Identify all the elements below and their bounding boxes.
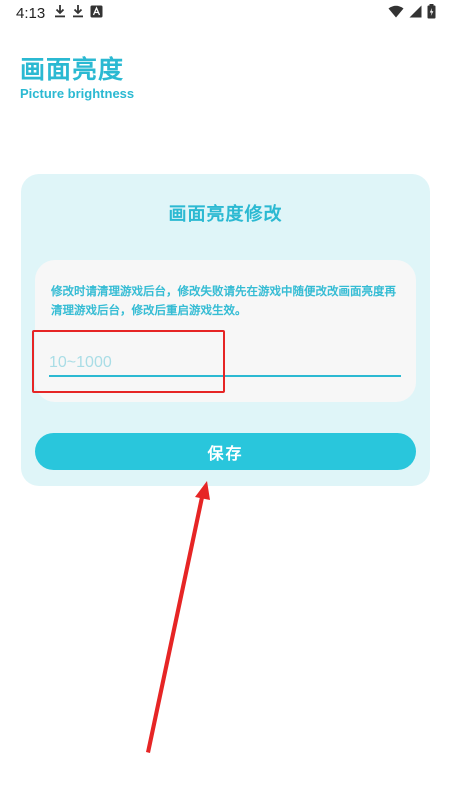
- card-title: 画面亮度修改: [168, 204, 283, 225]
- app-notification-icon: [90, 5, 103, 17]
- wifi-icon: [388, 5, 404, 18]
- signal-icon: [409, 5, 422, 18]
- status-time: 4:13: [16, 5, 46, 22]
- download-icon: [55, 5, 65, 18]
- page-title: 画面亮度: [20, 55, 125, 84]
- notice-text: 修改时请清理游戏后台，修改失败请先在游戏中随便改改画面亮度再清理游戏后台，修改后…: [51, 284, 396, 317]
- save-button[interactable]: 保存: [35, 433, 416, 470]
- download-icon: [73, 5, 83, 18]
- battery-icon: [427, 4, 436, 19]
- annotation-arrow-shaft: [146, 492, 205, 753]
- page-subtitle: Picture brightness: [20, 86, 135, 101]
- status-system-icons: [388, 4, 436, 19]
- status-bar: 4:13: [0, 0, 450, 26]
- annotation-highlight-box: [32, 330, 225, 393]
- status-notification-icons: [54, 4, 103, 18]
